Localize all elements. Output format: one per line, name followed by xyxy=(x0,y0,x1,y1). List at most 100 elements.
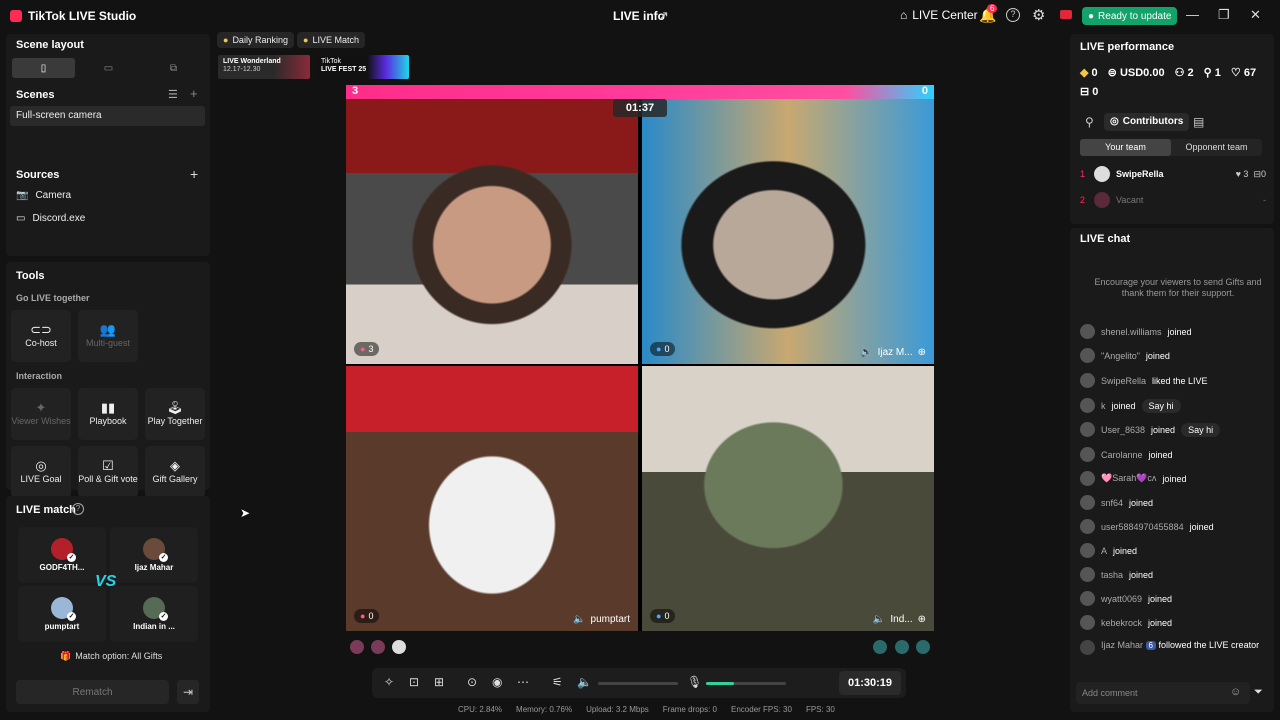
camera-status-icon[interactable] xyxy=(1060,10,1072,19)
close-icon[interactable]: ✕ xyxy=(1250,7,1261,23)
emoji-icon[interactable]: ☺ xyxy=(1230,686,1241,698)
viewer-avatar[interactable] xyxy=(873,640,887,654)
add-comment-input[interactable]: Add comment xyxy=(1076,682,1250,704)
add-scene-icon[interactable]: + xyxy=(190,86,198,101)
speaker-icon[interactable]: 🔈 xyxy=(860,347,872,358)
chat-user[interactable]: SwipeRella xyxy=(1101,376,1146,386)
gear-icon[interactable]: ⚙ xyxy=(1032,6,1045,24)
chat-user[interactable]: User_8638 xyxy=(1101,425,1145,435)
speaker-icon[interactable]: 🔈 xyxy=(873,614,885,625)
say-hi-button[interactable]: Say hi xyxy=(1141,398,1181,413)
help-icon[interactable]: ? xyxy=(1006,8,1020,22)
speaker-volume-slider[interactable] xyxy=(598,682,678,685)
avatar[interactable] xyxy=(1080,567,1095,582)
viewer-avatar[interactable] xyxy=(895,640,909,654)
contributor-row[interactable]: 1 SwipeRella ♥ 3 ⊟0 xyxy=(1080,166,1266,182)
avatar[interactable] xyxy=(1080,591,1095,606)
your-team-tab[interactable]: Your team xyxy=(1080,139,1171,156)
avatar[interactable] xyxy=(1080,348,1095,363)
list-icon[interactable]: ☰ xyxy=(168,88,178,101)
player-card[interactable]: ✓ GODF4TH... xyxy=(18,527,106,583)
update-button[interactable]: ● Ready to update xyxy=(1082,7,1178,25)
chat-user[interactable]: A xyxy=(1101,546,1107,556)
chat-user[interactable]: snf64 xyxy=(1101,498,1123,508)
live-fest-banner[interactable]: TikTok LIVE FEST 25 xyxy=(316,55,409,79)
speaker-icon[interactable]: 🔈 xyxy=(573,614,585,625)
chat-user[interactable]: Carolanne xyxy=(1101,450,1143,460)
avatar[interactable] xyxy=(1080,615,1095,630)
screenshot-icon[interactable]: ⊞ xyxy=(434,675,444,689)
minimize-icon[interactable]: — xyxy=(1186,7,1199,22)
restore-icon[interactable]: ❐ xyxy=(1218,7,1230,23)
gift-gallery-tool[interactable]: ◈ Gift Gallery xyxy=(145,446,205,498)
poll-tool[interactable]: ☑ Poll & Gift vote xyxy=(78,446,138,498)
viewer-avatar[interactable] xyxy=(392,640,406,654)
more-icon[interactable]: ⋯ xyxy=(517,675,529,689)
chat-user[interactable]: "Angelito" xyxy=(1101,351,1140,361)
chat-user[interactable]: kebekrock xyxy=(1101,618,1142,628)
avatar[interactable] xyxy=(1080,471,1095,486)
avatar[interactable] xyxy=(1080,324,1095,339)
guest-tile[interactable]: ● 0 🔈 pumptart xyxy=(346,366,638,631)
daily-ranking-button[interactable]: ● Daily Ranking xyxy=(217,32,294,48)
player-card[interactable]: ✓ pumptart xyxy=(18,586,106,642)
filter-icon[interactable]: ⏷ xyxy=(1254,686,1263,699)
chat-user[interactable]: tasha xyxy=(1101,570,1123,580)
exit-icon[interactable]: ⇥ xyxy=(177,680,199,704)
play-together-tool[interactable]: 🕹 Play Together xyxy=(145,388,205,440)
chat-user[interactable]: user5884970455884 xyxy=(1101,522,1184,532)
rematch-button[interactable]: Rematch xyxy=(16,680,169,704)
add-icon[interactable]: ⊕ xyxy=(918,347,926,358)
speaker-icon[interactable]: 🔈 xyxy=(577,675,592,689)
chat-user[interactable]: shenel.williams xyxy=(1101,327,1162,337)
guest-tile[interactable]: ● 3 xyxy=(346,99,638,364)
share-icon[interactable]: ↗ xyxy=(658,8,669,24)
chat-user[interactable]: wyatt0069 xyxy=(1101,594,1142,604)
add-source-icon[interactable]: + xyxy=(190,166,198,182)
record-icon[interactable]: ⊙ xyxy=(467,675,477,689)
avatar[interactable] xyxy=(1080,398,1095,413)
guest-tile[interactable]: ● 0 🔈 Ind... ⊕ xyxy=(642,366,934,631)
list-icon[interactable]: ▤ xyxy=(1193,115,1204,129)
settings-sliders-icon[interactable]: ⚟ xyxy=(552,675,563,689)
viewer-avatar[interactable] xyxy=(371,640,385,654)
cohost-tool[interactable]: ⊂⊃ Co-host xyxy=(11,310,71,362)
avatar[interactable] xyxy=(1080,543,1095,558)
scene-item-full-screen-camera[interactable]: Full-screen camera xyxy=(10,106,205,126)
avatar[interactable] xyxy=(1080,519,1095,534)
avatar[interactable] xyxy=(1080,422,1095,437)
live-match-pill[interactable]: ● LIVE Match xyxy=(297,32,365,48)
enhance-icon[interactable]: ⊡ xyxy=(409,675,419,689)
multi-layout-tab[interactable]: ⧉ xyxy=(142,58,205,78)
effects-icon[interactable]: ✧ xyxy=(384,675,394,689)
microphone-icon[interactable]: 🎙 xyxy=(687,675,702,689)
live-wonderland-banner[interactable]: LIVE Wonderland 12.17-12.30 xyxy=(218,55,310,79)
chat-user[interactable]: 🩷Sarah💜cʌ xyxy=(1101,473,1156,484)
live-goal-tool[interactable]: ◎ LIVE Goal xyxy=(11,446,71,498)
person-edit-icon[interactable]: ⚲ xyxy=(1085,115,1094,129)
camera-switch-icon[interactable]: ◉ xyxy=(492,675,502,689)
landscape-layout-tab[interactable]: ▭ xyxy=(77,58,140,78)
opponent-team-tab[interactable]: Opponent team xyxy=(1171,139,1262,156)
chat-user[interactable]: k xyxy=(1101,401,1106,411)
source-item-camera[interactable]: 📷 Camera xyxy=(16,190,71,201)
live-center-button[interactable]: ⌂ LIVE Center xyxy=(900,8,978,22)
guest-tile[interactable]: ● 0 🔈 Ijaz M... ⊕ xyxy=(642,99,934,364)
viewer-avatar[interactable] xyxy=(350,640,364,654)
playbook-tool[interactable]: ▮▮ Playbook xyxy=(78,388,138,440)
avatar[interactable] xyxy=(1080,373,1095,388)
contributors-tab[interactable]: ◎ Contributors xyxy=(1104,113,1190,131)
viewer-wishes-tool[interactable]: ✦ Viewer Wishes xyxy=(11,388,71,440)
portrait-layout-tab[interactable]: ▯ xyxy=(12,58,75,78)
avatar[interactable] xyxy=(1080,447,1095,462)
chat-user[interactable]: Ijaz Mahar xyxy=(1101,640,1143,650)
say-hi-button[interactable]: Say hi xyxy=(1181,422,1221,437)
viewer-avatar[interactable] xyxy=(916,640,930,654)
add-icon[interactable]: ⊕ xyxy=(918,614,926,625)
info-icon[interactable]: ? xyxy=(72,503,84,515)
player-card[interactable]: ✓ Ijaz Mahar xyxy=(110,527,198,583)
multiguest-tool[interactable]: 👥 Multi-guest xyxy=(78,310,138,362)
source-item-discord[interactable]: ▭ Discord.exe xyxy=(16,213,85,224)
player-card[interactable]: ✓ Indian in ... xyxy=(110,586,198,642)
avatar[interactable] xyxy=(1080,495,1095,510)
